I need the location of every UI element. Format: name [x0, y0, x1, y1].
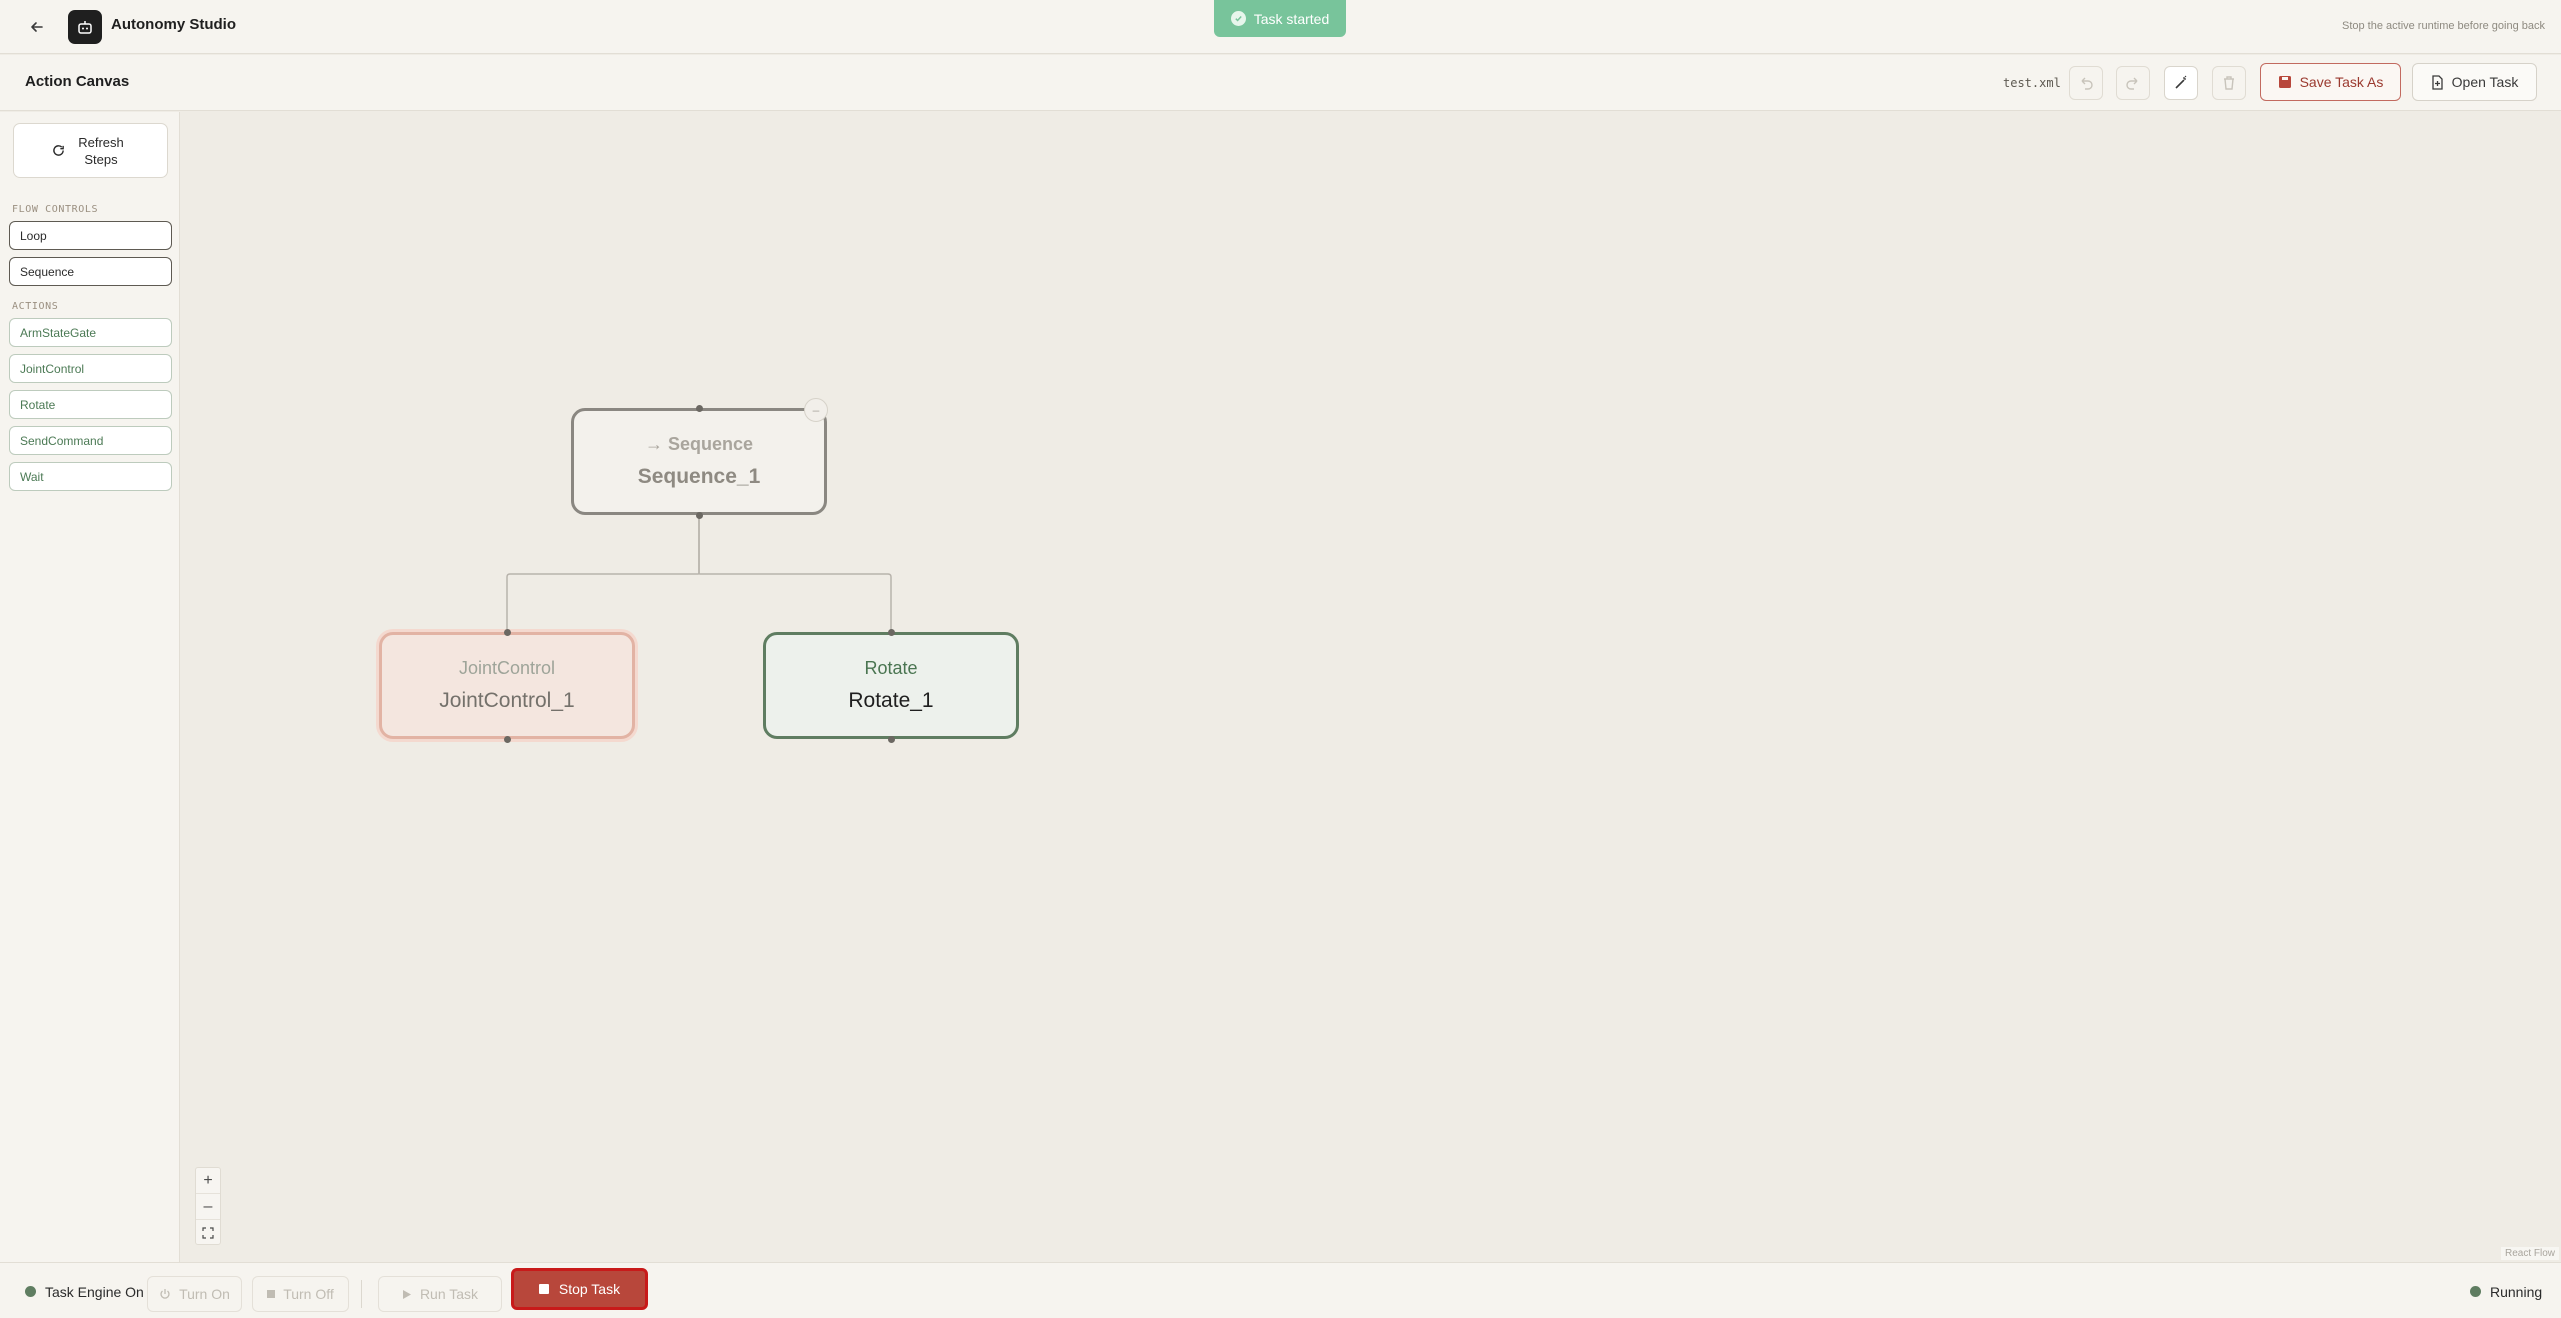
check-circle-icon — [1230, 11, 1246, 26]
zoom-in-button[interactable]: + — [196, 1168, 220, 1194]
turn-off-label: Turn Off — [283, 1286, 334, 1302]
runtime-status-label: Running — [2490, 1284, 2543, 1300]
node-rotate[interactable]: Rotate Rotate_1 — [763, 632, 1019, 739]
save-task-as-label: Save Task As — [2299, 74, 2384, 90]
palette-item-sequence[interactable]: Sequence — [9, 257, 172, 286]
stop-task-label: Stop Task — [558, 1281, 621, 1297]
canvas-toolbar: Action Canvas test.xml Save Task As Open… — [0, 55, 2561, 111]
palette-item-loop[interactable]: Loop — [9, 221, 172, 250]
node-handle-top[interactable] — [696, 405, 703, 412]
node-handle-bottom[interactable] — [696, 512, 703, 519]
node-handle-top[interactable] — [888, 629, 895, 636]
open-task-button[interactable]: Open Task — [2412, 63, 2537, 101]
page-title: Action Canvas — [25, 73, 130, 90]
turn-off-button[interactable]: Turn Off — [252, 1276, 349, 1312]
back-hint: Stop the active runtime before going bac… — [2341, 20, 2545, 32]
engine-status-label: Task Engine On — [45, 1284, 144, 1300]
flow-canvas[interactable]: → Sequence Sequence_1 – JointControl Joi… — [181, 112, 2561, 1262]
trash-icon — [2224, 76, 2234, 90]
save-task-as-button[interactable]: Save Task As — [2260, 63, 2401, 101]
undo-button[interactable] — [2069, 66, 2103, 100]
node-type-label: JointControl — [458, 658, 556, 678]
turn-on-button[interactable]: Turn On — [147, 1276, 242, 1312]
power-icon — [160, 1289, 170, 1299]
save-icon — [2278, 76, 2291, 88]
node-name-label: Sequence_1 — [637, 465, 761, 488]
toast-notification: Task started — [1214, 0, 1346, 37]
back-button[interactable] — [22, 12, 52, 42]
turn-on-label: Turn On — [179, 1286, 230, 1302]
actions-heading: ACTIONS — [12, 301, 59, 312]
refresh-steps-label: Refresh Steps — [78, 134, 124, 167]
collapse-button[interactable]: – — [804, 398, 828, 422]
magic-wand-icon — [2175, 75, 2187, 89]
stop-task-button[interactable]: Stop Task — [511, 1268, 648, 1310]
stop-square-icon — [538, 1284, 549, 1294]
file-name: test.xml — [2003, 76, 2061, 90]
play-icon — [402, 1289, 411, 1299]
undo-icon — [2081, 77, 2093, 90]
file-plus-icon — [2432, 74, 2443, 90]
flow-controls-heading: FLOW CONTROLS — [12, 204, 99, 215]
fit-view-button[interactable] — [196, 1220, 220, 1246]
node-name-label: Rotate_1 — [848, 689, 934, 712]
palette-item-jointcontrol[interactable]: JointControl — [9, 354, 172, 383]
zoom-out-button[interactable]: – — [196, 1194, 220, 1220]
node-type-label: → Sequence — [644, 434, 754, 454]
run-task-button[interactable]: Run Task — [378, 1276, 502, 1312]
stop-square-icon — [267, 1290, 276, 1298]
footer-divider — [361, 1280, 362, 1308]
palette-item-armstategate[interactable]: ArmStateGate — [9, 318, 172, 347]
runtime-status-dot — [2470, 1286, 2481, 1297]
node-handle-bottom[interactable] — [504, 736, 511, 743]
fit-view-icon — [202, 1227, 214, 1239]
app-logo — [68, 10, 102, 44]
react-flow-attribution[interactable]: React Flow — [2500, 1247, 2559, 1260]
node-sequence[interactable]: → Sequence Sequence_1 — [571, 408, 827, 515]
step-palette-sidebar: Refresh Steps FLOW CONTROLS Loop Sequenc… — [0, 112, 180, 1262]
app-title: Autonomy Studio — [111, 16, 236, 33]
robot-icon — [78, 21, 92, 34]
palette-item-rotate[interactable]: Rotate — [9, 390, 172, 419]
run-task-label: Run Task — [419, 1286, 479, 1302]
node-handle-bottom[interactable] — [888, 736, 895, 743]
arrow-left-icon — [31, 22, 43, 32]
redo-icon — [2126, 77, 2138, 90]
edge-sequence-rotate — [698, 515, 892, 632]
refresh-steps-button[interactable]: Refresh Steps — [13, 123, 168, 178]
node-handle-top[interactable] — [504, 629, 511, 636]
zoom-controls: + – — [195, 1167, 221, 1245]
open-task-label: Open Task — [2451, 74, 2519, 90]
node-type-label: Rotate — [864, 658, 918, 678]
redo-button[interactable] — [2116, 66, 2150, 100]
refresh-icon — [53, 145, 64, 156]
palette-item-sendcommand[interactable]: SendCommand — [9, 426, 172, 455]
delete-button[interactable] — [2212, 66, 2246, 100]
engine-status-dot — [25, 1286, 36, 1297]
runtime-footer: Task Engine On Turn On Turn Off Run Task… — [0, 1262, 2561, 1318]
palette-item-wait[interactable]: Wait — [9, 462, 172, 491]
node-jointcontrol[interactable]: JointControl JointControl_1 — [379, 632, 635, 739]
auto-layout-button[interactable] — [2164, 66, 2198, 100]
edge-sequence-jointcontrol — [506, 515, 700, 632]
node-name-label: JointControl_1 — [439, 689, 575, 712]
toast-text: Task started — [1253, 10, 1330, 27]
